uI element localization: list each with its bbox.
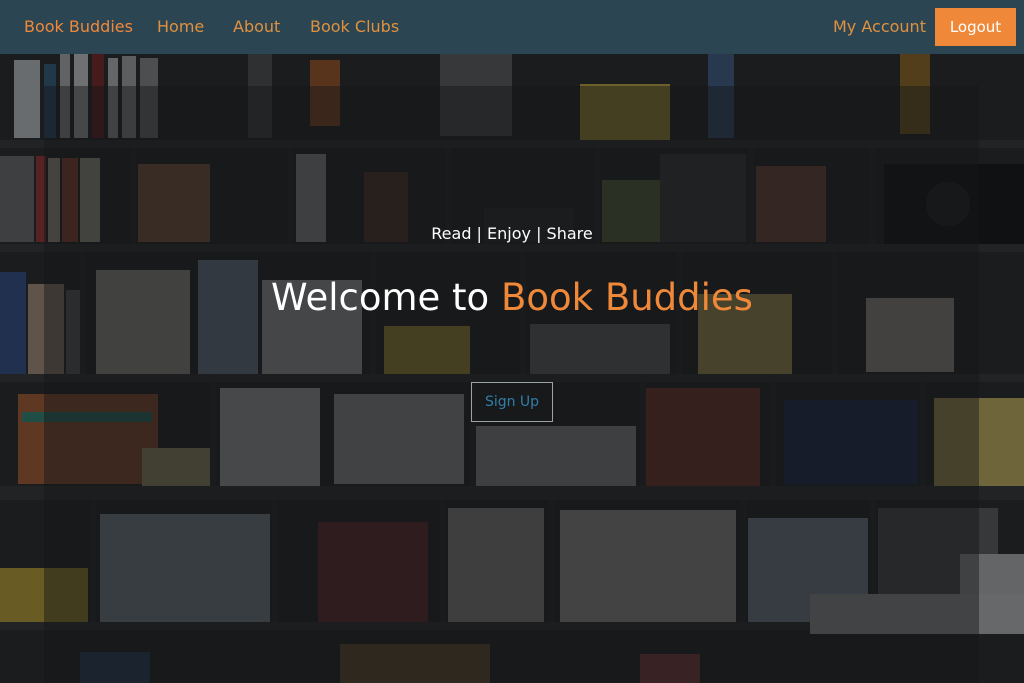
hero-headline: Welcome to Book Buddies bbox=[0, 276, 1024, 319]
headline-prefix: Welcome to bbox=[271, 276, 501, 319]
nav-about-link[interactable]: About bbox=[233, 17, 280, 36]
headline-brand: Book Buddies bbox=[500, 276, 753, 319]
nav-home-link[interactable]: Home bbox=[157, 17, 204, 36]
top-navbar: Book Buddies Home About Book Clubs My Ac… bbox=[0, 0, 1024, 54]
logout-button[interactable]: Logout bbox=[935, 8, 1016, 46]
hero-section bbox=[0, 54, 1024, 683]
nav-my-account-link[interactable]: My Account bbox=[833, 17, 926, 36]
signup-button[interactable]: Sign Up bbox=[471, 382, 553, 422]
brand-link[interactable]: Book Buddies bbox=[24, 17, 133, 36]
nav-book-clubs-link[interactable]: Book Clubs bbox=[310, 17, 399, 36]
hero-tagline: Read | Enjoy | Share bbox=[431, 224, 593, 243]
